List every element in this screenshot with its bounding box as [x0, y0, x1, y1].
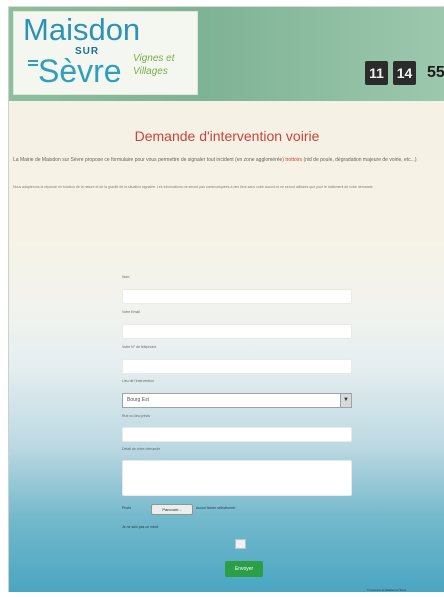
clock-minutes: 14	[393, 61, 416, 85]
page-frame: Maisdon SUR Sèvre Vignes et Villages 11 …	[8, 6, 444, 592]
intro-link[interactable]: trottoirs	[285, 157, 302, 163]
site-header: Maisdon SUR Sèvre Vignes et Villages 11 …	[9, 7, 444, 101]
submit-button[interactable]: Envoyer	[225, 561, 263, 577]
location-select-value: Bourg Est	[127, 397, 149, 403]
site-logo[interactable]: Maisdon SUR Sèvre Vignes et Villages	[13, 11, 198, 95]
name-field[interactable]	[122, 289, 352, 304]
notice-paragraph: Nous adapterons la réponse en fonction d…	[13, 185, 374, 189]
location-select[interactable]: Bourg Est ▼	[122, 393, 352, 408]
name-label: Nom	[122, 275, 130, 279]
captcha-checkbox[interactable]	[235, 539, 246, 549]
intro-paragraph: La Mairie de Maisdon sur Sèvre propose c…	[13, 156, 441, 165]
phone-label: Votre N° de téléphone	[122, 345, 157, 349]
address-label: Rue ou lieu précis	[122, 414, 151, 418]
details-label: Détail de votre demande	[122, 447, 161, 451]
clock-seconds: 55	[427, 64, 444, 81]
details-textarea[interactable]	[122, 460, 352, 496]
logo-separator	[28, 60, 38, 62]
intro-rest: (nid de poule, dégradation majeure de vo…	[303, 157, 417, 163]
logo-tagline: Vignes et Villages	[133, 53, 175, 77]
file-status: Aucun fichier sélectionné.	[196, 506, 236, 510]
file-upload-row: Photo Parcourir... Aucun fichier sélecti…	[122, 503, 352, 515]
footer-text: © Commune de Maisdon sur Sèvre	[367, 589, 407, 592]
intro-text: La Mairie de Maisdon sur Sèvre propose c…	[13, 157, 284, 163]
file-label: Photo	[122, 506, 132, 510]
browse-button[interactable]: Parcourir...	[151, 504, 193, 515]
email-label: Votre Email	[122, 310, 140, 314]
logo-name-bottom: Sèvre	[38, 53, 122, 89]
phone-field[interactable]	[122, 359, 352, 374]
clock-hours: 11	[365, 61, 388, 85]
page-title: Demande d'intervention voirie	[134, 128, 320, 144]
captcha-label: Je ne suis pas un robot	[122, 525, 159, 529]
email-field[interactable]	[122, 324, 352, 339]
logo-name-top: Maisdon	[23, 12, 141, 47]
location-label: Lieu de l'intervention	[122, 379, 154, 383]
address-field[interactable]	[122, 427, 352, 442]
chevron-down-icon[interactable]: ▼	[340, 394, 351, 407]
